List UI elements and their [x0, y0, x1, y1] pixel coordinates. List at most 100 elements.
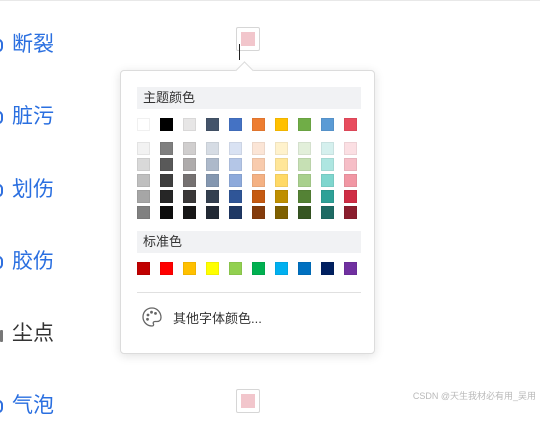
top-divider — [0, 0, 540, 1]
theme-shade-swatch[interactable] — [137, 174, 150, 187]
standard-color-swatch[interactable] — [206, 262, 219, 275]
theme-shade-swatch[interactable] — [229, 190, 242, 203]
standard-color-swatch[interactable] — [252, 262, 265, 275]
standard-color-swatch[interactable] — [275, 262, 288, 275]
theme-shade-swatch[interactable] — [275, 142, 288, 155]
theme-shade-row — [137, 158, 357, 171]
standard-colors-row — [137, 262, 357, 275]
popup-arrow — [235, 61, 254, 80]
theme-shade-swatch[interactable] — [160, 142, 173, 155]
theme-shade-swatch[interactable] — [183, 158, 196, 171]
theme-shade-swatch[interactable] — [275, 206, 288, 219]
theme-shade-swatch[interactable] — [252, 174, 265, 187]
palette-icon — [142, 307, 162, 327]
bullet-icon — [0, 256, 3, 269]
theme-shade-swatch[interactable] — [137, 206, 150, 219]
theme-shade-swatch[interactable] — [298, 142, 311, 155]
bullet-icon — [0, 184, 3, 197]
theme-shade-row — [137, 174, 357, 187]
standard-color-swatch[interactable] — [229, 262, 242, 275]
theme-shade-swatch[interactable] — [137, 190, 150, 203]
current-color-swatch — [241, 32, 255, 46]
theme-shade-swatch[interactable] — [298, 206, 311, 219]
theme-shade-swatch[interactable] — [160, 158, 173, 171]
theme-color-swatch[interactable] — [183, 118, 196, 131]
defect-label: 胶伤 — [12, 250, 54, 273]
theme-color-swatch[interactable] — [298, 118, 311, 131]
theme-shade-swatch[interactable] — [321, 174, 334, 187]
theme-color-swatch[interactable] — [344, 118, 357, 131]
theme-shade-swatch[interactable] — [252, 206, 265, 219]
theme-shade-swatch[interactable] — [298, 174, 311, 187]
theme-shade-swatch[interactable] — [298, 158, 311, 171]
text-caret — [239, 44, 240, 60]
theme-shade-swatch[interactable] — [183, 142, 196, 155]
theme-color-swatch[interactable] — [160, 118, 173, 131]
theme-shade-row — [137, 206, 357, 219]
theme-shade-swatch[interactable] — [275, 158, 288, 171]
standard-color-swatch[interactable] — [321, 262, 334, 275]
bullet-icon — [0, 400, 3, 413]
theme-shade-swatch[interactable] — [275, 174, 288, 187]
theme-shade-swatch[interactable] — [321, 142, 334, 155]
theme-shade-swatch[interactable] — [206, 142, 219, 155]
theme-color-swatch[interactable] — [137, 118, 150, 131]
theme-shade-swatch[interactable] — [252, 158, 265, 171]
theme-shade-swatch[interactable] — [183, 190, 196, 203]
theme-shade-row — [137, 190, 357, 203]
theme-colors-title: 主题颜色 — [137, 87, 361, 109]
theme-shade-swatch[interactable] — [275, 190, 288, 203]
theme-shade-swatch[interactable] — [206, 206, 219, 219]
theme-shade-swatch[interactable] — [160, 174, 173, 187]
theme-color-swatch[interactable] — [252, 118, 265, 131]
standard-color-swatch[interactable] — [344, 262, 357, 275]
theme-shade-swatch[interactable] — [229, 158, 242, 171]
bullet-icon — [0, 39, 3, 52]
theme-shade-swatch[interactable] — [344, 142, 357, 155]
standard-colors-title: 标准色 — [137, 231, 361, 253]
theme-shade-swatch[interactable] — [321, 206, 334, 219]
theme-shade-swatch[interactable] — [321, 190, 334, 203]
theme-shade-swatch[interactable] — [229, 206, 242, 219]
more-colors-button[interactable]: 其他字体颜色... — [141, 305, 262, 329]
watermark: CSDN @天生我材必有用_吴用 — [412, 391, 536, 401]
theme-shade-swatch[interactable] — [206, 174, 219, 187]
theme-shade-swatch[interactable] — [160, 206, 173, 219]
theme-shade-swatch[interactable] — [160, 190, 173, 203]
theme-shade-swatch[interactable] — [183, 206, 196, 219]
standard-color-swatch[interactable] — [298, 262, 311, 275]
defect-label: 气泡 — [12, 394, 54, 417]
standard-color-swatch[interactable] — [160, 262, 173, 275]
font-color-button-2[interactable] — [236, 389, 260, 413]
theme-shade-swatch[interactable] — [344, 190, 357, 203]
standard-color-swatch[interactable] — [137, 262, 150, 275]
defect-label: 断裂 — [12, 33, 54, 56]
theme-color-swatch[interactable] — [275, 118, 288, 131]
theme-shade-swatch[interactable] — [252, 190, 265, 203]
theme-shade-swatch[interactable] — [137, 158, 150, 171]
theme-color-swatch[interactable] — [206, 118, 219, 131]
theme-shade-swatch[interactable] — [229, 174, 242, 187]
bullet-icon — [0, 330, 3, 342]
theme-color-swatch[interactable] — [321, 118, 334, 131]
theme-shade-swatch[interactable] — [298, 190, 311, 203]
more-colors-label: 其他字体颜色... — [173, 310, 262, 326]
theme-base-row — [137, 118, 357, 131]
theme-shade-swatch[interactable] — [137, 142, 150, 155]
theme-shade-row — [137, 142, 357, 155]
theme-shade-swatch[interactable] — [206, 190, 219, 203]
current-color-swatch — [241, 394, 255, 408]
theme-shade-swatch[interactable] — [252, 142, 265, 155]
theme-shade-swatch[interactable] — [183, 174, 196, 187]
defect-label: 脏污 — [12, 105, 54, 128]
theme-shade-swatch[interactable] — [229, 142, 242, 155]
theme-shade-swatch[interactable] — [321, 158, 334, 171]
theme-color-swatch[interactable] — [229, 118, 242, 131]
standard-color-swatch[interactable] — [183, 262, 196, 275]
defect-label: 划伤 — [12, 178, 54, 201]
theme-shade-swatch[interactable] — [344, 158, 357, 171]
font-color-popup: 主题颜色 标准色 其他字体颜色... — [120, 61, 375, 354]
theme-shade-swatch[interactable] — [344, 174, 357, 187]
theme-shade-swatch[interactable] — [344, 206, 357, 219]
theme-shade-swatch[interactable] — [206, 158, 219, 171]
